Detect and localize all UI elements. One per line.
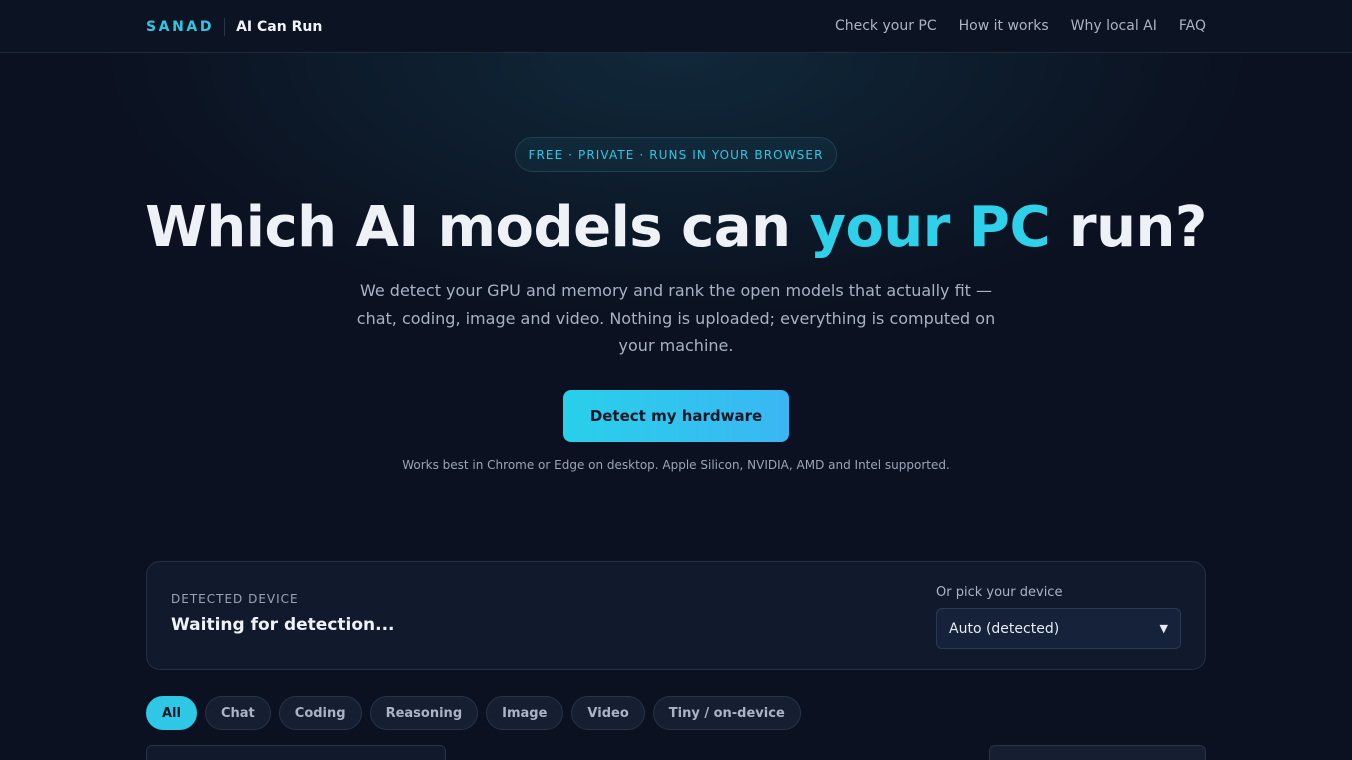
filter-chip-chat[interactable]: Chat [204,696,271,730]
detected-device-value: Waiting for detection... [171,615,395,635]
hero-subtitle: We detect your GPU and memory and rank t… [356,281,996,355]
hero-title-accent: your PC [809,195,1051,260]
filter-chip-video[interactable]: Video [571,696,645,730]
nav-link-why-local-ai[interactable]: Why local AI [1071,17,1157,35]
detect-hardware-button[interactable]: Detect my hardware [563,390,789,442]
browser-hint: Works best in Chrome or Edge on desktop.… [402,458,950,472]
device-picker-label: Or pick your device [936,585,1063,600]
filter-chip-reasoning[interactable]: Reasoning [369,696,479,730]
device-select-value: Auto (detected) [949,620,1060,637]
nav-link-check-your-pc[interactable]: Check your PC [835,17,937,35]
device-select[interactable]: Auto (detected) ▼ [936,608,1181,649]
site-header: SANAD AI Can Run Check your PC How it wo… [0,0,1352,53]
nav-link-how-it-works[interactable]: How it works [959,17,1049,35]
sort-select[interactable] [989,745,1206,760]
hero-title: Which AI models can your PC run? [0,192,1352,264]
top-nav: Check your PC How it works Why local AI … [835,17,1206,35]
filter-chip-tiny[interactable]: Tiny / on-device [652,696,801,730]
model-search-input[interactable] [146,745,446,760]
detected-device-label: DETECTED DEVICE [171,592,299,606]
filter-chip-coding[interactable]: Coding [278,696,362,730]
brand-logo[interactable]: SANAD [146,18,226,36]
hero-title-start: Which AI models can [145,195,810,260]
brand[interactable]: SANAD AI Can Run [146,17,322,37]
category-filters: All Chat Coding Reasoning Image Video Ti… [146,696,801,730]
filter-chip-all[interactable]: All [146,696,197,730]
hero-badge: FREE · PRIVATE · RUNS IN YOUR BROWSER [515,137,837,172]
device-card: DETECTED DEVICE Waiting for detection...… [146,561,1206,670]
hero-title-end: run? [1050,195,1207,260]
nav-link-faq[interactable]: FAQ [1179,17,1206,35]
app-name[interactable]: AI Can Run [225,19,322,35]
chevron-down-icon: ▼ [1159,622,1168,635]
filter-chip-image[interactable]: Image [486,696,564,730]
